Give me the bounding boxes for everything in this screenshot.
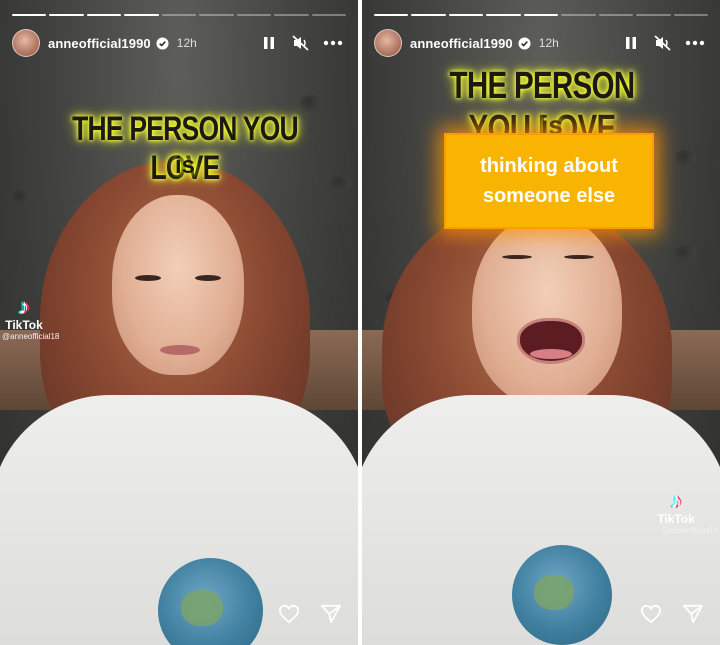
tiktok-handle: @anneofficial18: [660, 526, 718, 535]
progress-segment: [636, 14, 671, 16]
headboard-button: [300, 95, 322, 111]
mute-button[interactable]: [288, 30, 314, 56]
progress-segment: [124, 14, 159, 16]
progress-segment: [561, 14, 596, 16]
tiktok-logo-icon: ♪: [670, 488, 682, 513]
answer-line-2: someone else: [482, 185, 616, 207]
face: [472, 215, 622, 405]
send-icon: [683, 604, 703, 624]
eye-left: [502, 255, 532, 259]
verified-badge-icon: [518, 36, 531, 50]
eye-right: [564, 255, 594, 259]
more-icon: [685, 40, 705, 46]
post-time: 12h: [176, 36, 197, 50]
progress-segment: [49, 14, 84, 16]
progress-segment: [486, 14, 521, 16]
avatar[interactable]: [12, 29, 40, 57]
share-button[interactable]: [318, 601, 344, 627]
headboard-button: [330, 175, 352, 191]
mute-icon: [292, 35, 309, 51]
mute-icon: [654, 35, 671, 51]
pause-button[interactable]: [256, 30, 282, 56]
progress-segment: [448, 14, 484, 16]
answer-line-1: thinking about: [480, 155, 618, 177]
tiktok-logo-icon: ♪: [18, 294, 30, 319]
story-progress-bar: [374, 14, 708, 16]
heart-icon: [640, 604, 662, 624]
story-panel-left[interactable]: anneofficial1990 12h THE PERSON YOU LOVE…: [0, 0, 358, 645]
like-button[interactable]: [638, 601, 664, 627]
progress-segment: [311, 14, 346, 16]
progress-segment: [374, 14, 409, 16]
eye-right: [195, 275, 221, 281]
progress-segment: [86, 14, 122, 16]
username[interactable]: anneofficial1990: [410, 36, 513, 51]
progress-segment: [523, 14, 559, 16]
story-header: anneofficial1990 12h: [374, 28, 708, 58]
verified-badge-icon: [156, 36, 169, 50]
headboard-button: [674, 245, 696, 261]
more-options-button[interactable]: [682, 30, 708, 56]
shirt-globe-print: [512, 545, 612, 645]
story-comparison: anneofficial1990 12h THE PERSON YOU LOVE…: [0, 0, 720, 645]
mouth-open: [517, 318, 585, 364]
story-panel-right[interactable]: anneofficial1990 12h THE PERSON YOU LOVE…: [362, 0, 720, 645]
tiktok-name: TikTok: [657, 512, 695, 526]
progress-segment: [199, 14, 234, 16]
progress-segment: [598, 14, 634, 16]
username[interactable]: anneofficial1990: [48, 36, 151, 51]
sticker-answer-box: thinking about someone else: [444, 133, 654, 229]
mouth: [160, 345, 200, 355]
more-icon: [323, 40, 343, 46]
story-header: anneofficial1990 12h: [12, 28, 346, 58]
tongue: [530, 349, 572, 359]
send-icon: [320, 604, 341, 624]
progress-segment: [236, 14, 272, 16]
share-button[interactable]: [680, 601, 706, 627]
avatar[interactable]: [374, 29, 402, 57]
mute-button[interactable]: [650, 30, 676, 56]
tiktok-watermark: ♪ TikTok @anneofficial18: [2, 294, 60, 342]
story-actions: [638, 601, 706, 627]
pause-icon: [626, 37, 636, 49]
headboard-button: [10, 190, 32, 206]
tiktok-name: TikTok: [5, 318, 43, 332]
sticker-is: is: [174, 152, 195, 179]
pause-icon: [264, 37, 274, 49]
eye-left: [135, 275, 161, 281]
post-time: 12h: [538, 36, 559, 50]
progress-segment: [411, 14, 446, 16]
tiktok-watermark: ♪ TikTok @anneofficial18: [634, 488, 718, 536]
progress-segment: [673, 14, 708, 16]
progress-segment: [161, 14, 197, 16]
pause-button[interactable]: [618, 30, 644, 56]
more-options-button[interactable]: [320, 30, 346, 56]
story-actions: [276, 601, 344, 627]
progress-segment: [274, 14, 309, 16]
story-progress-bar: [12, 14, 346, 16]
heart-icon: [278, 604, 300, 624]
headboard-button: [674, 150, 696, 166]
like-button[interactable]: [276, 601, 302, 627]
tiktok-handle: @anneofficial18: [2, 332, 60, 341]
progress-segment: [12, 14, 47, 16]
